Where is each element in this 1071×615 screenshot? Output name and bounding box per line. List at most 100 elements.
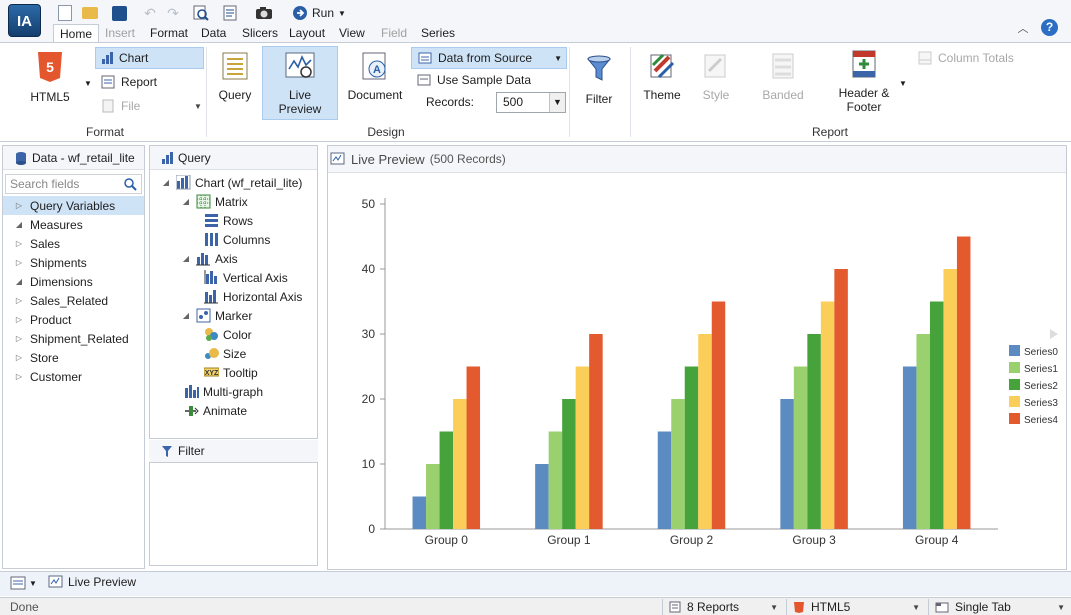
bar-series2-group-1[interactable]	[562, 399, 576, 529]
tab-slicers[interactable]: Slicers	[236, 24, 284, 42]
bar-series1-group-2[interactable]	[671, 399, 685, 529]
query-tree-item[interactable]: Animate	[180, 401, 247, 420]
app-logo[interactable]: IA	[8, 4, 41, 37]
legend-scroll-arrow-icon[interactable]	[1050, 329, 1058, 339]
collapse-arrow-icon[interactable]: ◢	[180, 197, 192, 206]
tab-series[interactable]: Series	[415, 24, 461, 42]
header-footer-button[interactable]: Header & Footer	[832, 49, 896, 119]
bar-series3-group-2[interactable]	[698, 334, 712, 529]
live-preview-tab[interactable]: Live Preview	[48, 575, 136, 589]
bar-series0-group-3[interactable]	[780, 399, 794, 529]
html5-button[interactable]: 5 HTML5	[25, 51, 75, 115]
query-tree-item[interactable]: ◢ Axis	[180, 249, 238, 268]
tab-layout[interactable]: Layout	[283, 24, 331, 42]
column-totals-button[interactable]: Column Totals	[912, 47, 1022, 69]
field-tree-item[interactable]: ▷ Product	[3, 310, 144, 329]
field-tree-item[interactable]: ▷ Sales_Related	[3, 291, 144, 310]
tab-home[interactable]: Home	[53, 24, 100, 43]
tab-field[interactable]: Field	[375, 24, 413, 42]
filter-button[interactable]: Filter	[576, 53, 622, 117]
field-tree-item[interactable]: ▷ Shipment_Related	[3, 329, 144, 348]
expand-arrow-icon[interactable]: ▷	[13, 239, 25, 248]
help-icon[interactable]: ?	[1041, 19, 1058, 36]
field-tree-item[interactable]: ◢ Measures	[3, 215, 144, 234]
bar-series2-group-4[interactable]	[929, 301, 944, 530]
bar-series0-group-4[interactable]	[902, 366, 917, 530]
query-tree-item[interactable]: Vertical Axis	[200, 268, 288, 287]
file-button[interactable]: File ▼	[95, 95, 204, 117]
print-preview-icon[interactable]	[191, 3, 211, 23]
tab-format[interactable]: Format	[144, 24, 194, 42]
tab-data[interactable]: Data	[195, 24, 232, 42]
banded-button[interactable]: Banded	[758, 51, 808, 115]
search-input[interactable]: Search fields	[5, 174, 142, 194]
query-button[interactable]: Query	[211, 51, 259, 115]
save-icon[interactable]	[109, 3, 129, 23]
header-footer-dropdown-icon[interactable]: ▼	[899, 79, 907, 88]
page-setup-icon[interactable]	[220, 3, 240, 23]
expand-arrow-icon[interactable]: ▷	[13, 353, 25, 362]
bar-series3-group-0[interactable]	[453, 399, 467, 529]
collapse-arrow-icon[interactable]: ◢	[13, 220, 25, 229]
bar-series3-group-3[interactable]	[820, 301, 835, 530]
new-icon[interactable]	[55, 3, 75, 23]
bar-series0-group-1[interactable]	[535, 464, 549, 529]
reports-dropdown[interactable]: 8 Reports ▼	[662, 599, 784, 615]
bar-series0-group-0[interactable]	[412, 496, 427, 530]
field-tree-item[interactable]: ▷ Query Variables	[3, 196, 144, 215]
live-preview-button[interactable]: Live Preview	[262, 46, 338, 120]
collapse-arrow-icon[interactable]: ◢	[13, 277, 25, 286]
field-tree-item[interactable]: ▷ Shipments	[3, 253, 144, 272]
query-tree-item[interactable]: Multi-graph	[180, 382, 263, 401]
query-tree-item[interactable]: Size	[200, 344, 246, 363]
chart-button[interactable]: Chart	[95, 47, 204, 69]
collapse-ribbon-icon[interactable]: ︿	[1016, 20, 1030, 35]
field-tree-item[interactable]: ▷ Customer	[3, 367, 144, 386]
bar-series1-group-3[interactable]	[793, 366, 808, 530]
html5-dropdown-icon[interactable]: ▼	[84, 79, 92, 88]
bar-series4-group-3[interactable]	[834, 269, 848, 529]
field-tree-item[interactable]: ▷ Store	[3, 348, 144, 367]
bar-series3-group-4[interactable]	[943, 269, 957, 529]
expand-arrow-icon[interactable]: ▷	[13, 258, 25, 267]
tab-mode-dropdown[interactable]: Single Tab ▼	[928, 599, 1071, 615]
bar-series2-group-3[interactable]	[807, 334, 821, 529]
collapse-arrow-icon[interactable]: ◢	[180, 254, 192, 263]
bar-series0-group-2[interactable]	[657, 431, 672, 530]
expand-arrow-icon[interactable]: ▷	[13, 315, 25, 324]
style-button[interactable]: Style	[694, 51, 738, 115]
bar-series1-group-4[interactable]	[916, 334, 930, 529]
bar-chart[interactable]: 0 10 20 30 40 50 Group 0 Group 1 Group 2 Group 3 G…	[328, 174, 1066, 570]
query-tree-item[interactable]: ◢ Marker	[180, 306, 252, 325]
expand-arrow-icon[interactable]: ▷	[13, 296, 25, 305]
expand-arrow-icon[interactable]: ▷	[13, 372, 25, 381]
records-select[interactable]: 500 ▼	[496, 92, 566, 113]
open-icon[interactable]	[80, 3, 100, 23]
bar-series3-group-1[interactable]	[575, 366, 590, 530]
bar-series4-group-0[interactable]	[466, 366, 481, 530]
collapse-arrow-icon[interactable]: ◢	[180, 311, 192, 320]
bar-series1-group-1[interactable]	[548, 431, 563, 530]
redo-icon[interactable]: ↷	[163, 3, 183, 23]
page-layout-button[interactable]: ▼	[10, 576, 37, 590]
collapse-arrow-icon[interactable]: ◢	[160, 178, 172, 187]
tab-view[interactable]: View	[333, 24, 371, 42]
query-tree-item[interactable]: XYZ Tooltip	[200, 363, 258, 382]
query-tree-item[interactable]: Rows	[200, 211, 253, 230]
query-tree-item[interactable]: Horizontal Axis	[200, 287, 302, 306]
bar-series4-group-2[interactable]	[711, 301, 726, 530]
document-button[interactable]: A Document	[344, 51, 406, 115]
bar-series4-group-1[interactable]	[589, 334, 603, 529]
undo-icon[interactable]: ↶	[140, 3, 160, 23]
filter-drop-area[interactable]	[149, 462, 318, 566]
camera-icon[interactable]	[254, 3, 274, 23]
expand-arrow-icon[interactable]: ▷	[13, 334, 25, 343]
query-tree-item[interactable]: Color	[200, 325, 252, 344]
tab-insert[interactable]: Insert	[99, 24, 141, 42]
data-from-source-button[interactable]: Data from Source ▼	[411, 47, 567, 69]
field-tree-item[interactable]: ▷ Sales	[3, 234, 144, 253]
run-button[interactable]: Run ▼	[292, 3, 346, 23]
query-tree-item[interactable]: ◢ Chart (wf_retail_lite)	[160, 173, 302, 192]
bar-series2-group-0[interactable]	[439, 431, 454, 530]
bar-series4-group-4[interactable]	[956, 236, 971, 530]
